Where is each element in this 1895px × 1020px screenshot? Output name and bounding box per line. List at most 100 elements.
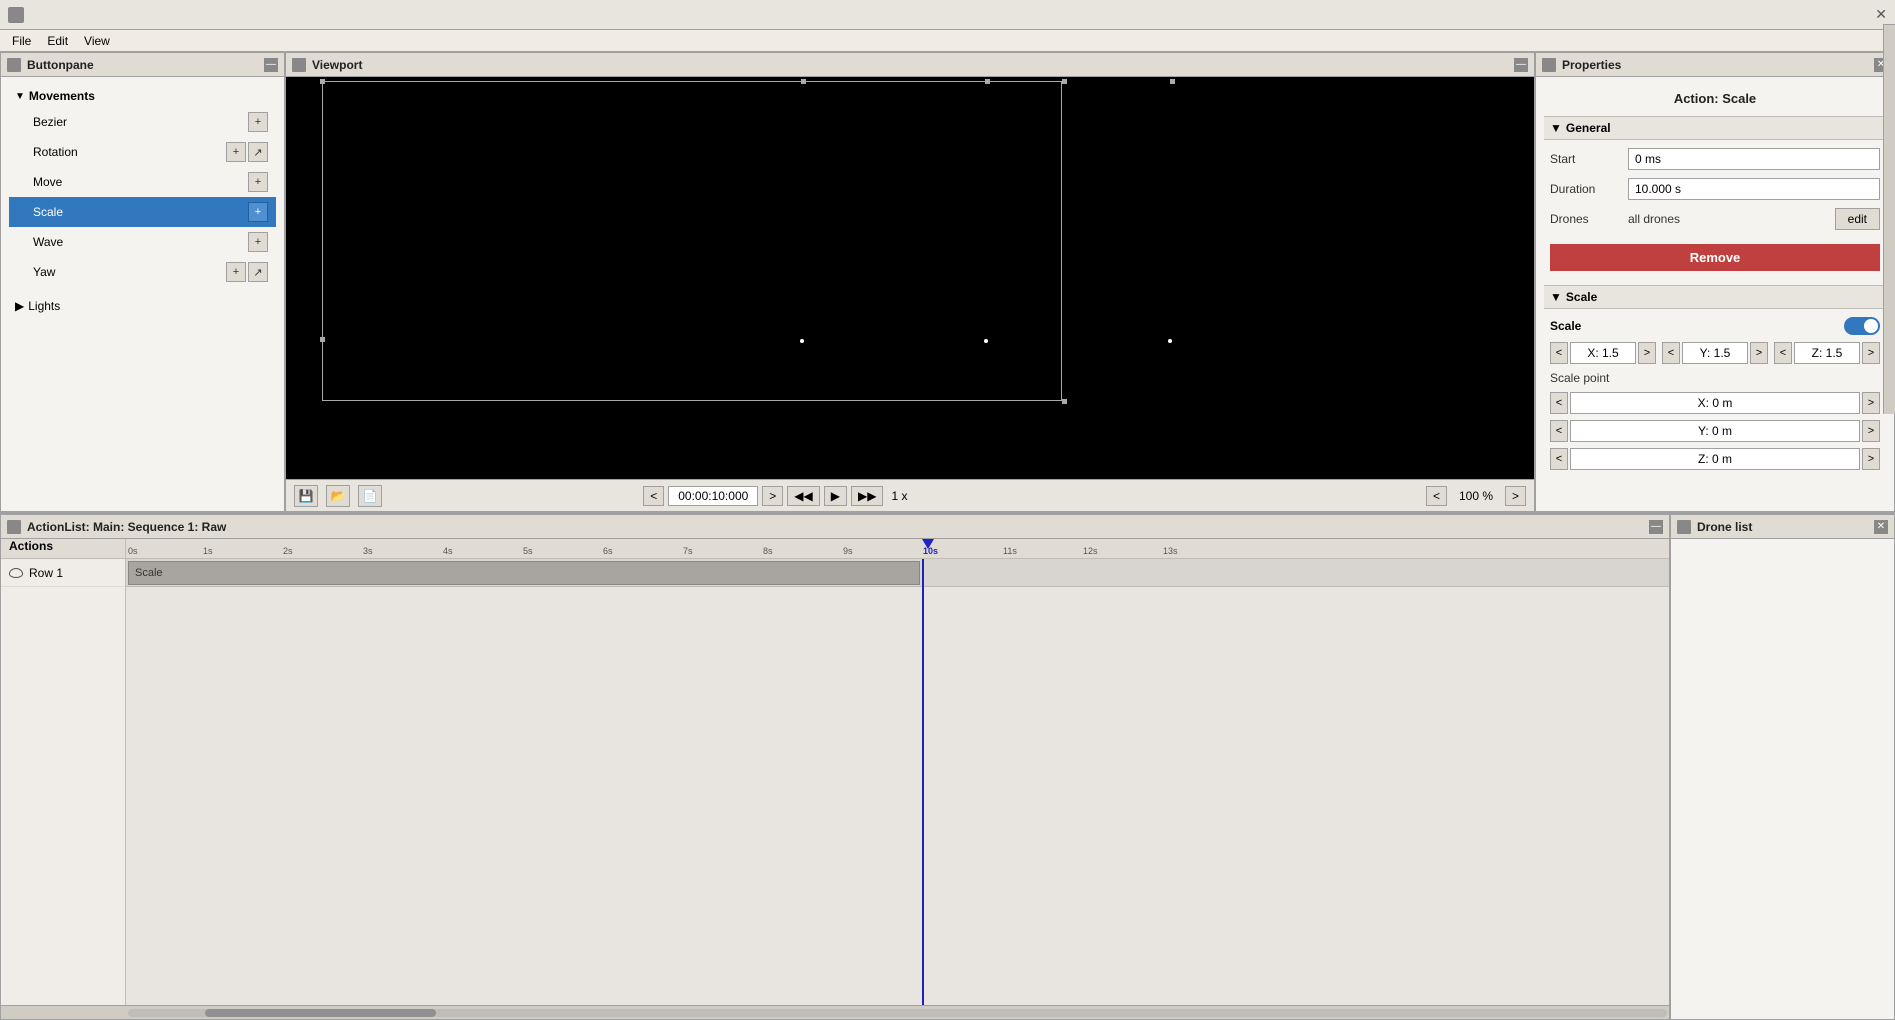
scale-z-value[interactable]: Z: 1.5 xyxy=(1794,342,1860,364)
viewport-icon xyxy=(292,58,306,72)
drone-list-close[interactable]: ✕ xyxy=(1874,520,1888,534)
menu-view[interactable]: View xyxy=(76,32,118,50)
forward-btn[interactable]: ▶▶ xyxy=(851,486,883,506)
bezier-btns: + xyxy=(248,112,268,132)
rotation-expand-btn[interactable]: ↗ xyxy=(248,142,268,162)
scale-z-next[interactable]: > xyxy=(1862,342,1880,364)
handle-tm3[interactable] xyxy=(1062,79,1067,84)
row1-eye[interactable] xyxy=(9,568,23,578)
movements-group-header[interactable]: ▼ Movements xyxy=(9,85,276,107)
bezier-add-btn[interactable]: + xyxy=(248,112,268,132)
handle-tr2[interactable] xyxy=(985,79,990,84)
yaw-expand-btn[interactable]: ↗ xyxy=(248,262,268,282)
next-btn[interactable]: > xyxy=(762,486,783,506)
move-add-btn[interactable]: + xyxy=(248,172,268,192)
scale-x-next[interactable]: > xyxy=(1638,342,1656,364)
scale-section-header[interactable]: ▼ Scale xyxy=(1544,285,1886,309)
drone-list-icon xyxy=(1677,520,1691,534)
timeline-tracks[interactable]: Scale xyxy=(126,559,1669,1005)
movement-item-bezier[interactable]: Bezier + xyxy=(9,107,276,137)
actionlist-icon xyxy=(7,520,21,534)
lights-label: Lights xyxy=(28,299,60,313)
rotation-label: Rotation xyxy=(33,145,226,159)
scale-block[interactable]: Scale xyxy=(128,561,920,585)
scale-section-arrow: ▼ xyxy=(1550,290,1562,304)
time-display: 00:00:10:000 xyxy=(668,486,758,506)
actionlist-panel: ActionList: Main: Sequence 1: Raw — Acti… xyxy=(0,514,1670,1020)
zoom-out-btn[interactable]: < xyxy=(1426,486,1447,506)
scale-point-label: Scale point xyxy=(1550,371,1620,385)
rewind-btn[interactable]: ◀◀ xyxy=(787,486,819,506)
scale-x-value[interactable]: X: 1.5 xyxy=(1570,342,1636,364)
sp-y-next[interactable]: > xyxy=(1862,420,1880,442)
scale-add-btn[interactable]: + xyxy=(248,202,268,222)
titlebar: ✕ xyxy=(0,0,1895,30)
handle-ml[interactable] xyxy=(320,337,325,342)
general-section-header[interactable]: ▼ General xyxy=(1544,116,1886,140)
sp-z-prev[interactable]: < xyxy=(1550,448,1568,470)
lights-header[interactable]: ▶ Lights xyxy=(9,295,276,317)
start-value[interactable]: 0 ms xyxy=(1628,148,1880,170)
drone-list-title: Drone list xyxy=(1697,520,1752,534)
buttonpane-minimize[interactable]: — xyxy=(264,58,278,72)
zoom-in-btn[interactable]: > xyxy=(1505,486,1526,506)
save-btn[interactable]: 💾 xyxy=(294,485,318,507)
movement-item-move[interactable]: Move + xyxy=(9,167,276,197)
sp-y-prev[interactable]: < xyxy=(1550,420,1568,442)
edit-drones-btn[interactable]: edit xyxy=(1835,208,1880,230)
playback-controls: < 00:00:10:000 > ◀◀ ▶ ▶▶ 1 x xyxy=(643,486,911,506)
movement-item-yaw[interactable]: Yaw + ↗ xyxy=(9,257,276,287)
scale-z-prev[interactable]: < xyxy=(1774,342,1792,364)
action-title: Action: Scale xyxy=(1544,85,1886,112)
menu-edit[interactable]: Edit xyxy=(39,32,76,50)
export-btn[interactable]: 📄 xyxy=(358,485,382,507)
handle-br[interactable] xyxy=(1062,399,1067,404)
scale-y-value[interactable]: Y: 1.5 xyxy=(1682,342,1748,364)
rotation-add-btn[interactable]: + xyxy=(226,142,246,162)
scale-btns: + xyxy=(248,202,268,222)
actionlist-minimize[interactable]: — xyxy=(1649,520,1663,534)
handle-tm[interactable] xyxy=(801,79,806,84)
timeline-scrollbar[interactable] xyxy=(1,1005,1669,1019)
movement-item-rotation[interactable]: Rotation + ↗ xyxy=(9,137,276,167)
handle-tl[interactable] xyxy=(320,79,325,84)
drones-value: all drones xyxy=(1628,212,1827,226)
scale-toggle-label: Scale xyxy=(1550,319,1581,333)
drones-label: Drones xyxy=(1550,212,1620,226)
scale-x-prev[interactable]: < xyxy=(1550,342,1568,364)
viewport-title: Viewport xyxy=(312,58,362,72)
sp-y-value[interactable]: Y: 0 m xyxy=(1570,420,1860,442)
scrollbar-track[interactable] xyxy=(128,1009,1667,1017)
movement-item-wave[interactable]: Wave + xyxy=(9,227,276,257)
prev-btn[interactable]: < xyxy=(643,486,664,506)
play-btn[interactable]: ▶ xyxy=(824,486,847,506)
sp-x-value[interactable]: X: 0 m xyxy=(1570,392,1860,414)
movement-item-scale[interactable]: Scale + xyxy=(9,197,276,227)
viewport-vscrollbar[interactable] xyxy=(1883,24,1895,414)
sp-x-next[interactable]: > xyxy=(1862,392,1880,414)
duration-row: Duration 10.000 s xyxy=(1544,174,1886,204)
duration-label: Duration xyxy=(1550,182,1620,196)
sp-z-next[interactable]: > xyxy=(1862,448,1880,470)
scale-y-next[interactable]: > xyxy=(1750,342,1768,364)
playhead-line[interactable] xyxy=(922,559,924,1005)
remove-btn[interactable]: Remove xyxy=(1550,244,1880,271)
drone-dot-3 xyxy=(1168,339,1172,343)
titlebar-close[interactable]: ✕ xyxy=(1875,6,1887,23)
sp-x-row: < X: 0 m > xyxy=(1544,389,1886,417)
wave-add-btn[interactable]: + xyxy=(248,232,268,252)
scale-toggle[interactable] xyxy=(1844,317,1880,335)
viewport-minimize[interactable]: — xyxy=(1514,58,1528,72)
menu-file[interactable]: File xyxy=(4,32,39,50)
scale-point-row: Scale point xyxy=(1544,367,1886,389)
duration-value[interactable]: 10.000 s xyxy=(1628,178,1880,200)
yaw-add-btn[interactable]: + xyxy=(226,262,246,282)
sp-x-prev[interactable]: < xyxy=(1550,392,1568,414)
tick-11s: 11s xyxy=(1003,546,1017,556)
scale-y-prev[interactable]: < xyxy=(1662,342,1680,364)
handle-tr[interactable] xyxy=(1170,79,1175,84)
scrollbar-thumb[interactable] xyxy=(205,1009,436,1017)
open-btn[interactable]: 📂 xyxy=(326,485,350,507)
sp-z-value[interactable]: Z: 0 m xyxy=(1570,448,1860,470)
menubar: File Edit View xyxy=(0,30,1895,52)
